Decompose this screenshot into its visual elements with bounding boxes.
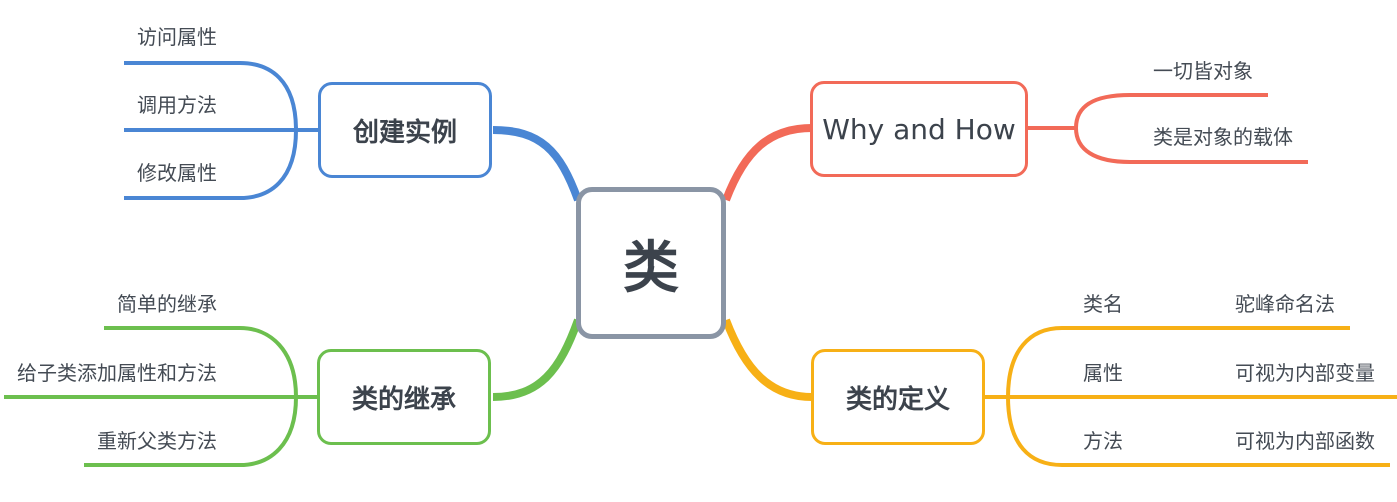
branch-definition[interactable]: 类的定义 xyxy=(811,349,985,445)
branch-label: 类的继承 xyxy=(351,384,456,415)
central-topic[interactable]: 类 xyxy=(576,187,726,339)
leaf-add-attributes-methods[interactable]: 给子类添加属性和方法 xyxy=(17,357,217,386)
leaf-method[interactable]: 方法 xyxy=(1083,425,1123,454)
link-central-why-and-how xyxy=(722,124,813,202)
leaf-class-name[interactable]: 类名 xyxy=(1083,288,1123,317)
leaf-modify-attribute[interactable]: 修改属性 xyxy=(137,157,217,186)
leaf-class-is-carrier[interactable]: 类是对象的载体 xyxy=(1153,121,1293,150)
leaf-everything-is-object[interactable]: 一切皆对象 xyxy=(1153,55,1253,84)
branch-create-instance[interactable]: 创建实例 xyxy=(318,82,492,178)
branch-label: 创建实例 xyxy=(352,117,457,148)
branch-why-and-how[interactable]: Why and How xyxy=(810,81,1028,177)
branch-label: Why and How xyxy=(822,112,1016,146)
branch-label: 类的定义 xyxy=(845,384,950,415)
leaf-override-parent-method[interactable]: 重新父类方法 xyxy=(97,425,217,454)
branch-inheritance[interactable]: 类的继承 xyxy=(317,349,491,445)
link-central-inheritance xyxy=(492,318,582,401)
link-central-create-instance xyxy=(492,126,582,202)
leaf-attribute[interactable]: 属性 xyxy=(1083,357,1123,386)
leaf-method-value[interactable]: 可视为内部函数 xyxy=(1235,425,1375,454)
leaf-call-method[interactable]: 调用方法 xyxy=(137,89,217,118)
link-central-definition xyxy=(722,318,813,401)
leaf-access-attribute[interactable]: 访问属性 xyxy=(137,21,217,50)
leaf-simple-inheritance[interactable]: 简单的继承 xyxy=(117,288,217,317)
central-topic-label: 类 xyxy=(623,235,679,301)
leaf-class-name-value[interactable]: 驼峰命名法 xyxy=(1235,288,1335,317)
leaf-attribute-value[interactable]: 可视为内部变量 xyxy=(1235,357,1375,386)
